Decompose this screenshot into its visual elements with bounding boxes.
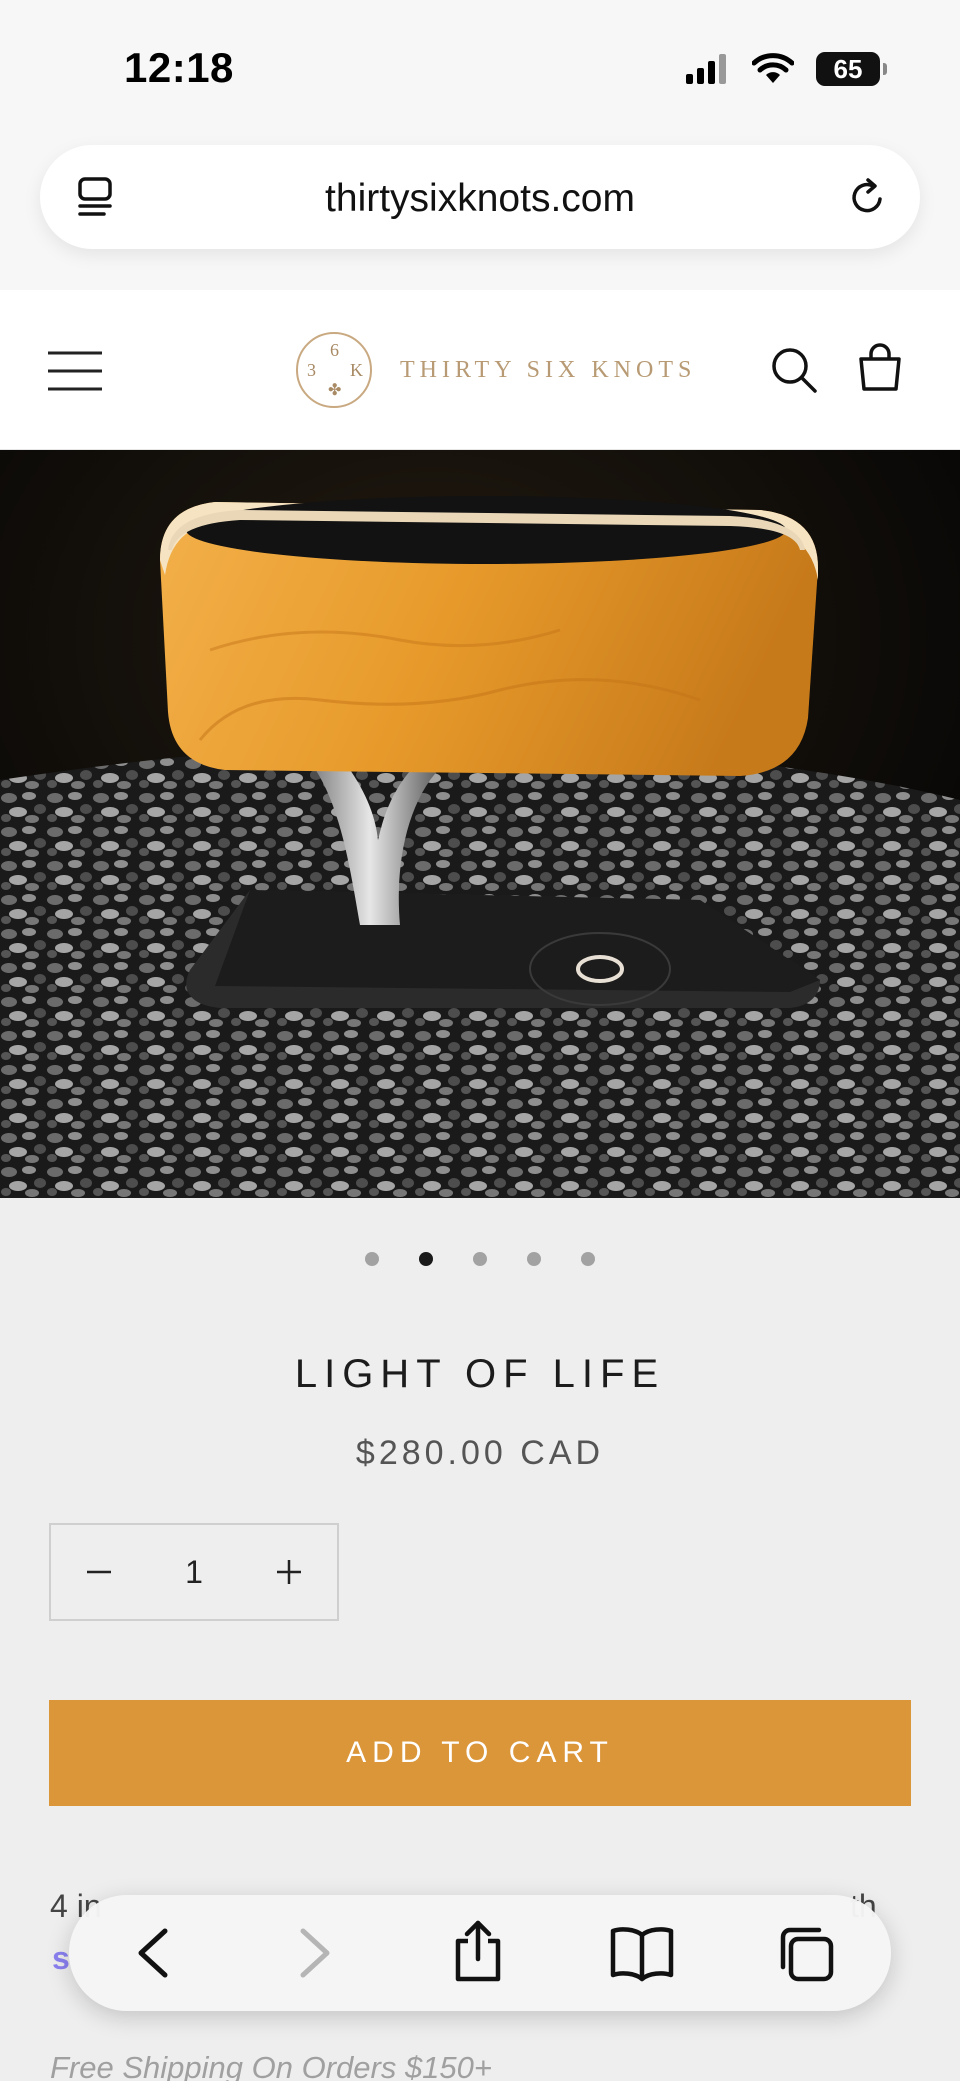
product-price: $280.00 CAD (355, 1434, 605, 1472)
image-pagination (0, 1252, 960, 1266)
status-bar: 12:18 65 (0, 0, 960, 140)
product-title: LIGHT OF LIFE (294, 1352, 666, 1396)
shopping-bag-icon[interactable] (856, 342, 904, 392)
browser-address-area: thirtysixknots.com (0, 140, 960, 290)
logo-letter-right: K (350, 360, 363, 380)
logo-number-left: 3 (307, 360, 316, 380)
battery-icon: 65 (816, 52, 887, 86)
knot-icon: ✤ (328, 382, 342, 399)
wifi-icon (752, 53, 794, 83)
decrease-quantity-button[interactable] (51, 1524, 147, 1620)
browser-toolbar (69, 1895, 891, 2011)
add-to-cart-button[interactable]: ADD TO CART (49, 1700, 911, 1806)
plus-icon (277, 1560, 301, 1584)
status-icons: 65 (686, 52, 887, 86)
shipping-note: Free Shipping On Orders $150+ (50, 2050, 493, 2081)
shop-pay-link[interactable]: s (52, 1940, 70, 1977)
status-time: 12:18 (124, 44, 234, 91)
logo-badge: 6 3 K ✤ (296, 332, 372, 408)
image-dot-2[interactable] (419, 1252, 433, 1266)
quantity-input[interactable]: 1 (147, 1554, 241, 1591)
menu-icon[interactable] (46, 350, 104, 392)
brand-name: THIRTY SIX KNOTS (400, 356, 697, 383)
bookmarks-icon[interactable] (609, 1923, 675, 1983)
image-dot-3[interactable] (473, 1252, 487, 1266)
search-icon[interactable] (770, 346, 818, 394)
site-header: 6 3 K ✤ THIRTY SIX KNOTS (0, 290, 960, 450)
share-icon[interactable] (448, 1919, 508, 1983)
image-dot-1[interactable] (365, 1252, 379, 1266)
cellular-signal-icon (686, 54, 726, 84)
quantity-stepper: 1 (49, 1523, 339, 1621)
tabs-icon[interactable] (775, 1923, 837, 1985)
logo-number-top: 6 (330, 340, 339, 360)
reload-icon[interactable] (846, 175, 890, 219)
minus-icon (87, 1570, 111, 1574)
address-bar[interactable]: thirtysixknots.com (40, 145, 920, 249)
back-icon[interactable] (125, 1923, 185, 1983)
increase-quantity-button[interactable] (241, 1524, 337, 1620)
site-logo[interactable]: 6 3 K ✤ THIRTY SIX KNOTS (296, 332, 696, 408)
forward-icon[interactable] (283, 1923, 343, 1983)
image-dot-5[interactable] (581, 1252, 595, 1266)
image-dot-4[interactable] (527, 1252, 541, 1266)
url-text[interactable]: thirtysixknots.com (40, 177, 920, 221)
product-image[interactable] (0, 450, 960, 1198)
